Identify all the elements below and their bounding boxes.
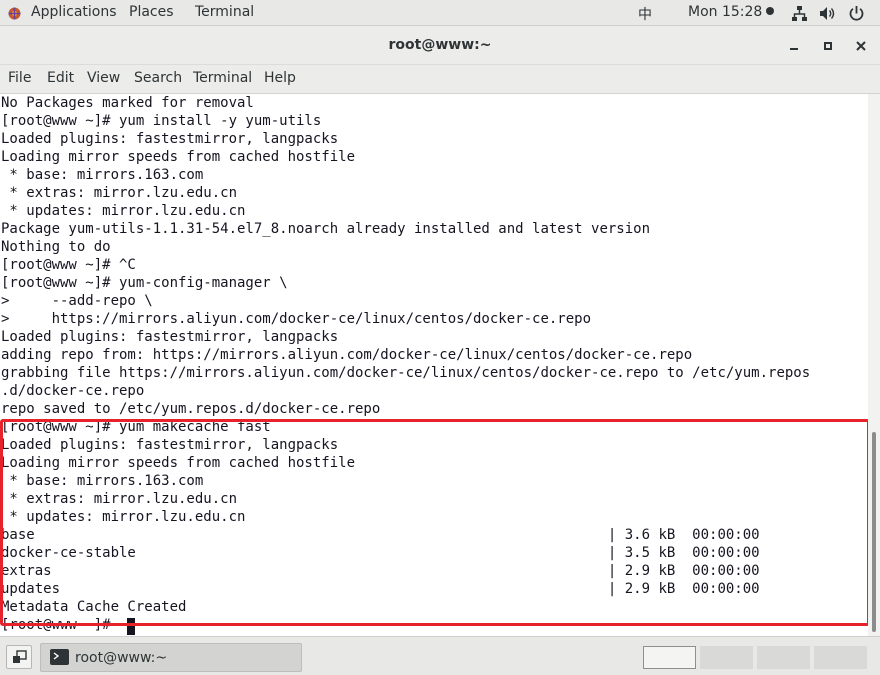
terminal-line: [root@www ~]# ^C xyxy=(1,257,136,273)
show-desktop-icon xyxy=(13,650,27,663)
applications-menu[interactable]: Applications xyxy=(31,4,117,20)
recording-dot-icon xyxy=(766,7,775,15)
terminal-line: > https://mirrors.aliyun.com/docker-ce/l… xyxy=(1,311,592,327)
terminal-line: * updates: mirror.lzu.edu.cn xyxy=(1,203,246,219)
close-icon[interactable] xyxy=(853,38,869,54)
show-desktop-button[interactable] xyxy=(6,645,32,669)
power-icon[interactable] xyxy=(848,5,865,22)
menu-edit[interactable]: Edit xyxy=(47,70,74,86)
network-icon[interactable] xyxy=(791,5,808,22)
top-panel: Applications Places Terminal 中 Mon 15:28 xyxy=(0,0,880,26)
clock-text: Mon 15:28 xyxy=(688,4,763,20)
terminal-line: > --add-repo \ xyxy=(1,293,153,309)
maximize-icon[interactable] xyxy=(820,38,836,54)
volume-icon[interactable] xyxy=(819,5,836,22)
menu-view[interactable]: View xyxy=(87,70,120,86)
terminal-line: Nothing to do xyxy=(1,239,111,255)
menu-bar: File Edit View Search Terminal Help xyxy=(0,65,880,94)
input-method-indicator[interactable]: 中 xyxy=(638,4,652,24)
terminal-line: repo saved to /etc/yum.repos.d/docker-ce… xyxy=(1,401,381,417)
terminal-line: grabbing file https://mirrors.aliyun.com… xyxy=(1,365,811,381)
highlight-box xyxy=(0,419,870,626)
terminal-line: No Packages marked for removal xyxy=(1,95,254,111)
terminal-line: * base: mirrors.163.com xyxy=(1,167,204,183)
workspace-1[interactable] xyxy=(643,646,696,669)
clock[interactable]: Mon 15:28 xyxy=(688,4,775,20)
terminal-line: Loaded plugins: fastestmirror, langpacks xyxy=(1,131,339,147)
taskbar-window-label: root@www:~ xyxy=(75,650,168,666)
terminal-line: Loading mirror speeds from cached hostfi… xyxy=(1,149,356,165)
terminal-line: Loaded plugins: fastestmirror, langpacks xyxy=(1,329,339,345)
terminal-line: * extras: mirror.lzu.edu.cn xyxy=(1,185,238,201)
terminal-line: [root@www ~]# yum-config-manager \ xyxy=(1,275,288,291)
scrollbar-thumb[interactable] xyxy=(872,432,876,632)
workspace-2[interactable] xyxy=(700,646,753,669)
window-titlebar[interactable]: root@www:~ xyxy=(0,26,880,65)
minimize-icon[interactable] xyxy=(786,38,802,54)
terminal-scrollbar[interactable] xyxy=(868,94,880,636)
menu-terminal[interactable]: Terminal xyxy=(193,70,252,86)
terminal-line: Package yum-utils-1.1.31-54.el7_8.noarch… xyxy=(1,221,651,237)
menu-search[interactable]: Search xyxy=(134,70,182,86)
menu-file[interactable]: File xyxy=(8,70,31,86)
applications-icon xyxy=(8,7,21,20)
menu-help[interactable]: Help xyxy=(264,70,296,86)
terminal-line: .d/docker-ce.repo xyxy=(1,383,145,399)
terminal-line: [root@www ~]# yum install -y yum-utils xyxy=(1,113,322,129)
terminal-app-menu[interactable]: Terminal xyxy=(195,4,254,20)
terminal-line: adding repo from: https://mirrors.aliyun… xyxy=(1,347,693,363)
bottom-panel: root@www:~ xyxy=(0,636,880,675)
window-title: root@www:~ xyxy=(388,37,492,53)
terminal-icon xyxy=(50,649,69,665)
workspace-4[interactable] xyxy=(814,646,867,669)
taskbar-terminal-window[interactable]: root@www:~ xyxy=(40,643,302,672)
workspace-3[interactable] xyxy=(757,646,810,669)
places-menu[interactable]: Places xyxy=(129,4,174,20)
